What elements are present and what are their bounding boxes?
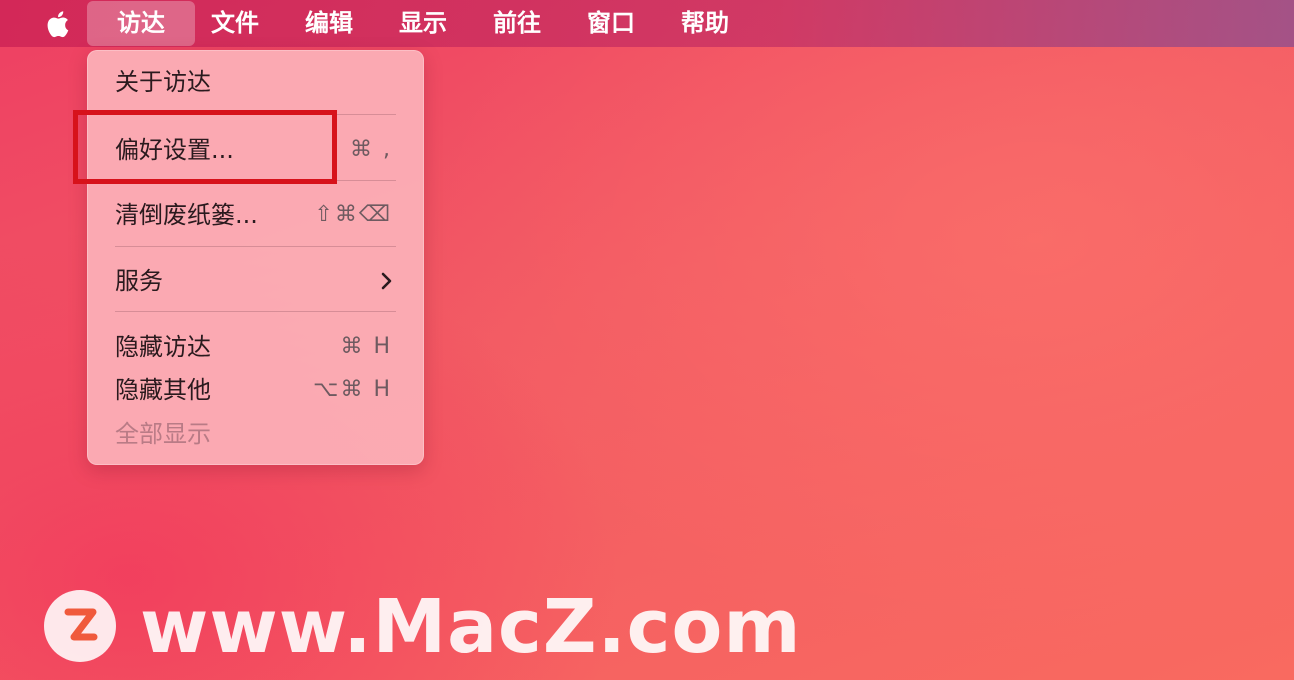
menu-item-label: 清倒废纸篓...: [115, 201, 258, 229]
menu-item-services[interactable]: 服务: [87, 261, 424, 301]
menu-item-label: 隐藏其他: [115, 376, 211, 404]
menu-item-label: 全部显示: [115, 420, 211, 448]
menu-item-hide-others[interactable]: 隐藏其他 ⌥⌘ H: [87, 370, 424, 410]
menubar-item-window[interactable]: 窗口: [572, 0, 650, 47]
menu-item-shortcut: ⌘ H: [340, 334, 392, 359]
menu-bar: 访达 文件 编辑 显示 前往 窗口 帮助: [0, 0, 1294, 47]
menu-item-label: 隐藏访达: [115, 333, 211, 361]
menu-item-hide-finder[interactable]: 隐藏访达 ⌘ H: [87, 327, 424, 367]
menubar-item-edit[interactable]: 编辑: [290, 0, 368, 47]
menu-item-shortcut: ⇧⌘⌫: [314, 202, 392, 227]
z-logo-icon: [64, 608, 98, 641]
apple-logo-icon: [47, 11, 69, 38]
menubar-item-help[interactable]: 帮助: [666, 0, 744, 47]
annotation-highlight-box: [73, 110, 337, 184]
watermark-text: www.MacZ.com: [140, 584, 802, 670]
menu-separator: [115, 246, 396, 247]
menubar-item-go[interactable]: 前往: [478, 0, 556, 47]
menubar-item-view[interactable]: 显示: [384, 0, 462, 47]
menu-item-empty-trash[interactable]: 清倒废纸篓... ⇧⌘⌫: [87, 195, 424, 235]
chevron-right-icon: [381, 272, 392, 290]
menu-item-label: 服务: [115, 267, 163, 295]
menu-item-shortcut: ⌥⌘ H: [313, 377, 392, 402]
menubar-item-file[interactable]: 文件: [196, 0, 274, 47]
menu-item-label: 关于访达: [115, 68, 211, 96]
menu-separator: [115, 311, 396, 312]
menu-item-show-all: 全部显示: [87, 414, 424, 454]
apple-menu-button[interactable]: [40, 8, 74, 40]
menubar-item-finder[interactable]: 访达: [87, 1, 195, 46]
watermark-logo: [44, 590, 116, 662]
menu-item-shortcut: ⌘ ,: [350, 137, 392, 162]
menu-item-about-finder[interactable]: 关于访达: [87, 62, 424, 102]
